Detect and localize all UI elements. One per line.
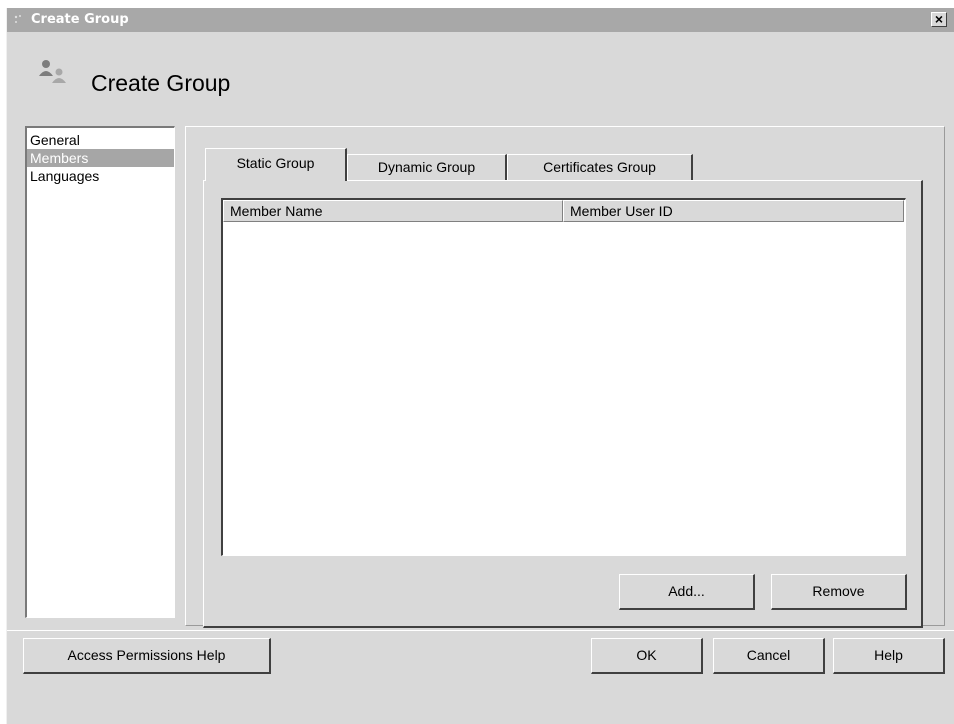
nav-item-members[interactable]: Members bbox=[27, 149, 174, 167]
tab-static-group[interactable]: Static Group bbox=[205, 148, 347, 181]
column-header-member-user-id[interactable]: Member User ID bbox=[563, 200, 904, 222]
ok-button[interactable]: OK bbox=[591, 638, 703, 674]
tab-certificates-group[interactable]: Certificates Group bbox=[507, 154, 693, 180]
close-icon: × bbox=[934, 11, 944, 27]
add-member-button[interactable]: Add... bbox=[619, 574, 755, 610]
access-permissions-help-button[interactable]: Access Permissions Help bbox=[23, 638, 271, 674]
close-button[interactable]: × bbox=[931, 12, 947, 27]
group-users-icon bbox=[39, 60, 66, 83]
column-header-member-name[interactable]: Member Name bbox=[223, 200, 563, 222]
help-button[interactable]: Help bbox=[833, 638, 945, 674]
create-group-dialog: Create Group × Create Group General Memb… bbox=[6, 8, 954, 724]
cancel-button[interactable]: Cancel bbox=[713, 638, 825, 674]
window-icon bbox=[14, 15, 21, 23]
section-nav-list: General Members Languages bbox=[25, 126, 175, 618]
window-title: Create Group bbox=[31, 12, 129, 27]
members-table[interactable]: Member Name Member User ID bbox=[221, 198, 906, 556]
page-title: Create Group bbox=[91, 70, 231, 96]
tab-dynamic-group[interactable]: Dynamic Group bbox=[347, 154, 507, 180]
footer-divider bbox=[7, 630, 954, 631]
nav-item-languages[interactable]: Languages bbox=[27, 167, 174, 185]
title-bar[interactable]: Create Group × bbox=[7, 8, 954, 32]
nav-item-general[interactable]: General bbox=[27, 131, 174, 149]
remove-member-button[interactable]: Remove bbox=[771, 574, 907, 610]
